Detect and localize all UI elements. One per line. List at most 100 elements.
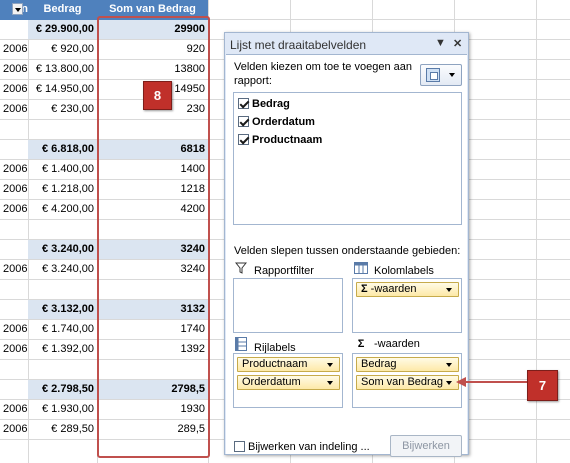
- chevron-down-icon[interactable]: [446, 381, 452, 385]
- bedrag-cell[interactable]: € 230,00: [28, 100, 97, 119]
- column-field-pill[interactable]: Σ -waarden: [356, 282, 459, 297]
- value-field-pill-bedrag[interactable]: Bedrag: [356, 357, 459, 372]
- bedrag-cell[interactable]: [28, 360, 97, 379]
- field-checkbox[interactable]: [238, 116, 249, 127]
- field-list-layout-icon: [426, 68, 440, 82]
- chevron-down-icon[interactable]: [446, 363, 452, 367]
- year-cell[interactable]: 2006: [0, 420, 28, 439]
- field-item-productnaam[interactable]: Productnaam: [238, 132, 322, 148]
- bedrag-cell[interactable]: € 6.818,00: [28, 140, 97, 159]
- field-label: Bedrag: [252, 98, 290, 110]
- layout-options-button[interactable]: [420, 64, 462, 86]
- bedrag-cell[interactable]: € 1.930,00: [28, 400, 97, 419]
- field-list-box: Bedrag Orderdatum Productnaam: [233, 92, 462, 225]
- year-cell[interactable]: 2006: [0, 80, 28, 99]
- row-field-pill-productnaam[interactable]: Productnaam: [237, 357, 340, 372]
- report-filter-heading: Rapportfilter: [234, 262, 314, 277]
- chevron-down-icon[interactable]: [327, 381, 333, 385]
- year-cell[interactable]: 2006: [0, 160, 28, 179]
- pill-label: Bedrag: [361, 358, 397, 370]
- header-cell-bedrag[interactable]: Bedrag: [28, 0, 97, 20]
- values-heading: Σ -waarden: [354, 337, 420, 351]
- bedrag-cell[interactable]: € 289,50: [28, 420, 97, 439]
- year-cell[interactable]: [0, 360, 28, 379]
- bedrag-cell[interactable]: € 14.950,00: [28, 80, 97, 99]
- defer-layout-update[interactable]: Bijwerken van indeling ...: [234, 440, 370, 454]
- bedrag-cell[interactable]: € 4.200,00: [28, 200, 97, 219]
- year-cell[interactable]: 2006: [0, 200, 28, 219]
- column-labels-icon: [354, 262, 368, 278]
- filter-dropdown-icon[interactable]: [12, 3, 23, 15]
- bedrag-cell[interactable]: € 1.400,00: [28, 160, 97, 179]
- pill-label: -waarden: [370, 283, 417, 295]
- pill-label: Productnaam: [242, 358, 308, 370]
- year-cell[interactable]: 2006: [0, 400, 28, 419]
- year-cell[interactable]: [0, 140, 28, 159]
- bedrag-cell[interactable]: [28, 280, 97, 299]
- year-cell[interactable]: [0, 380, 28, 399]
- bedrag-cell[interactable]: € 2.798,50: [28, 380, 97, 399]
- year-cell[interactable]: 2006: [0, 40, 28, 59]
- report-filter-area[interactable]: [233, 278, 343, 333]
- pivot-field-list-pane: Lijst met draaitabelvelden ▼ ✕ Velden ki…: [224, 32, 469, 457]
- field-checkbox[interactable]: [238, 98, 249, 109]
- chevron-down-icon: [449, 73, 455, 77]
- bedrag-cell[interactable]: [28, 220, 97, 239]
- field-label: Productnaam: [252, 134, 323, 146]
- defer-update-label: Bijwerken van indeling ...: [248, 441, 370, 453]
- chevron-down-icon[interactable]: [327, 363, 333, 367]
- bedrag-cell[interactable]: [28, 120, 97, 139]
- callout-badge-7: 7: [527, 370, 558, 401]
- pivot-header-row: n Bedrag Som van Bedrag: [0, 0, 570, 20]
- field-checkbox[interactable]: [238, 134, 249, 145]
- values-area[interactable]: Bedrag Som van Bedrag: [352, 353, 462, 408]
- pill-label: Som van Bedrag: [361, 376, 443, 388]
- pane-title: Lijst met draaitabelvelden: [230, 38, 367, 52]
- update-button: Bijwerken: [390, 435, 462, 457]
- year-cell[interactable]: [0, 280, 28, 299]
- callout-arrow-line: [465, 381, 527, 383]
- area-label: Kolomlabels: [374, 265, 434, 277]
- pill-label: Orderdatum: [242, 376, 301, 388]
- row-labels-heading: Rijlabels: [234, 337, 296, 354]
- sigma-icon: Σ: [361, 283, 368, 295]
- column-labels-area[interactable]: Σ -waarden: [352, 278, 462, 333]
- defer-update-checkbox[interactable]: [234, 441, 245, 452]
- year-cell[interactable]: 2006: [0, 100, 28, 119]
- bedrag-cell[interactable]: € 1.740,00: [28, 320, 97, 339]
- bedrag-cell[interactable]: € 1.218,00: [28, 180, 97, 199]
- year-cell[interactable]: [0, 300, 28, 319]
- year-cell[interactable]: [0, 120, 28, 139]
- bedrag-cell[interactable]: € 1.392,00: [28, 340, 97, 359]
- bedrag-cell[interactable]: € 29.900,00: [28, 20, 97, 39]
- pane-menu-icon[interactable]: ▼: [435, 37, 446, 49]
- sigma-icon: Σ: [357, 338, 365, 350]
- bedrag-cell[interactable]: € 3.132,00: [28, 300, 97, 319]
- year-cell[interactable]: 2006: [0, 60, 28, 79]
- field-item-orderdatum[interactable]: Orderdatum: [238, 114, 315, 130]
- year-cell[interactable]: 2006: [0, 320, 28, 339]
- year-cell[interactable]: [0, 240, 28, 259]
- column-labels-heading: Kolomlabels: [354, 262, 434, 278]
- bedrag-cell[interactable]: € 920,00: [28, 40, 97, 59]
- field-label: Orderdatum: [252, 116, 315, 128]
- callout-badge-8: 8: [143, 81, 172, 110]
- bedrag-cell[interactable]: € 3.240,00: [28, 260, 97, 279]
- drag-areas-label: Velden slepen tussen onderstaande gebied…: [234, 245, 461, 257]
- year-cell[interactable]: 2006: [0, 260, 28, 279]
- chevron-down-icon[interactable]: [446, 288, 452, 292]
- year-cell[interactable]: [0, 220, 28, 239]
- bedrag-cell[interactable]: € 13.800,00: [28, 60, 97, 79]
- value-field-pill-som-van-bedrag[interactable]: Som van Bedrag: [356, 375, 459, 390]
- bedrag-cell[interactable]: € 3.240,00: [28, 240, 97, 259]
- year-cell[interactable]: 2006: [0, 340, 28, 359]
- row-labels-area[interactable]: Productnaam Orderdatum: [233, 353, 343, 408]
- pane-body: Velden kiezen om toe te voegen aan rappo…: [226, 54, 467, 457]
- area-label: Rapportfilter: [254, 265, 314, 277]
- year-cell[interactable]: 2006: [0, 180, 28, 199]
- arrow-left-icon: [456, 377, 466, 387]
- close-icon[interactable]: ✕: [453, 37, 462, 50]
- row-field-pill-orderdatum[interactable]: Orderdatum: [237, 375, 340, 390]
- field-item-bedrag[interactable]: Bedrag: [238, 96, 290, 112]
- year-cell[interactable]: [0, 20, 28, 39]
